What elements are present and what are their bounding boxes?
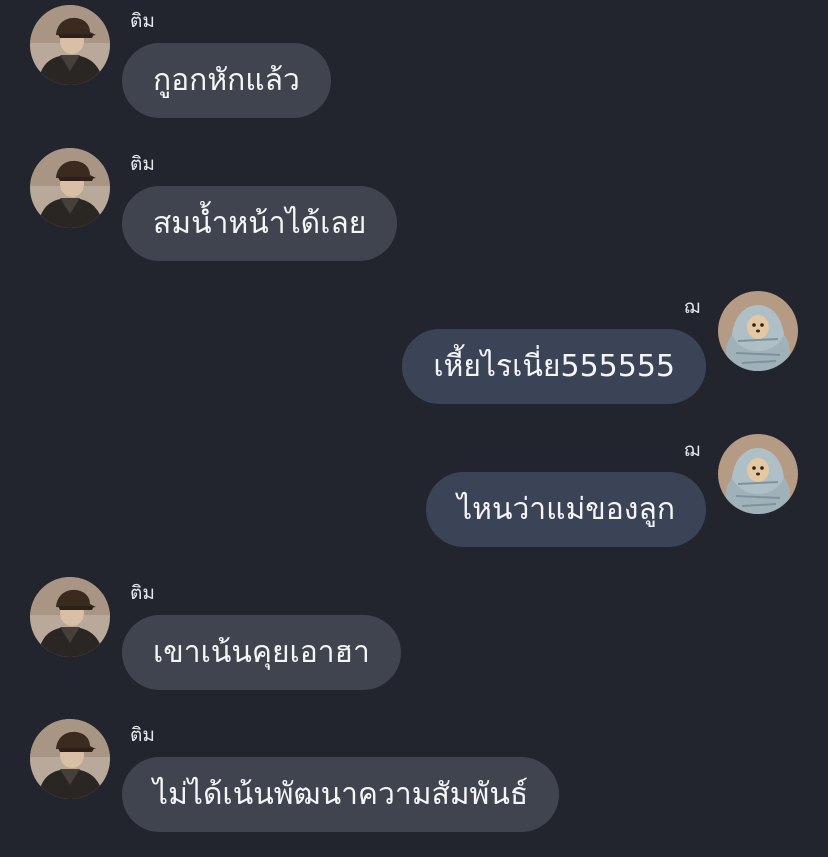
sender-name: ติม (130, 153, 155, 175)
message-row: ติม ไม่ได้เน้นพัฒนาความสัมพันธ์ (0, 719, 828, 849)
sender-name: ฌ (683, 296, 700, 318)
sender-avatar[interactable] (30, 5, 110, 85)
message-bubble[interactable]: เขาเน้นคุยเอาฮา (122, 615, 401, 690)
chat-thread: ติม กูอกหักแล้ว ติม สมน้ำหน้าได้เลย ฌ เห… (0, 0, 828, 857)
message-row: ฌ เหี้ยไรเนี่ย555555 (0, 291, 828, 421)
sender-name: ติม (130, 10, 155, 32)
message-bubble[interactable]: กูอกหักแล้ว (122, 43, 331, 118)
sender-avatar[interactable] (718, 291, 798, 371)
sender-name: ติม (130, 724, 155, 746)
sender-avatar[interactable] (30, 148, 110, 228)
message-row: ติม สมน้ำหน้าได้เลย (0, 148, 828, 278)
sender-avatar[interactable] (718, 434, 798, 514)
message-bubble[interactable]: ไหนว่าแม่ของลูก (426, 472, 706, 547)
message-row: ติม กูอกหักแล้ว (0, 5, 828, 135)
sender-avatar[interactable] (30, 577, 110, 657)
message-bubble[interactable]: เหี้ยไรเนี่ย555555 (402, 329, 706, 404)
message-bubble[interactable]: สมน้ำหน้าได้เลย (122, 186, 398, 261)
sender-avatar[interactable] (30, 719, 110, 799)
sender-name: ติม (130, 582, 155, 604)
message-row: ฌ ไหนว่าแม่ของลูก (0, 434, 828, 564)
message-bubble[interactable]: ไม่ได้เน้นพัฒนาความสัมพันธ์ (122, 757, 560, 832)
message-row: ติม เขาเน้นคุยเอาฮา (0, 577, 828, 707)
sender-name: ฌ (683, 439, 700, 461)
